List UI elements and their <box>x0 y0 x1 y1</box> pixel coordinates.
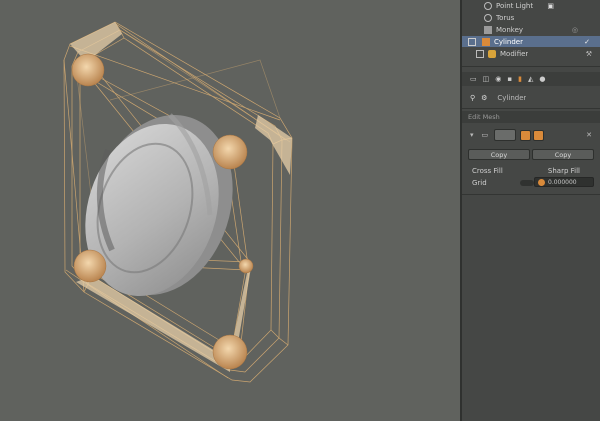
data-tab-icon[interactable]: ◭ <box>528 75 533 83</box>
mesh-icon <box>482 37 490 46</box>
keyframe-icon[interactable] <box>538 178 545 186</box>
value-field[interactable]: 0.000000 <box>534 177 594 187</box>
world-tab-icon[interactable]: ◉ <box>495 75 501 83</box>
close-icon[interactable]: ✕ <box>586 131 592 139</box>
outliner-item-label: Modifier <box>500 49 529 58</box>
copy-left-button[interactable]: Copy <box>468 149 530 160</box>
modifier-icon <box>488 49 496 58</box>
material-tab-icon[interactable]: ● <box>539 75 545 83</box>
mesh-select-icon[interactable]: ▭ <box>482 131 489 139</box>
outliner-item-label: Torus <box>496 13 515 22</box>
outliner-item-label: Point Light <box>496 1 534 10</box>
vertex-mode-button[interactable] <box>520 129 532 141</box>
app-window: Point Light ▣ Torus Monkey ◎ Cylinder ✓ … <box>0 0 600 421</box>
context-row: ⚲ ⚙ Cylinder <box>462 92 600 103</box>
panel-divider <box>462 194 600 195</box>
joint-top-right <box>212 134 248 170</box>
joint-bottom-left <box>73 249 107 283</box>
outliner-item-label: Monkey <box>496 25 524 34</box>
edit-mode-button[interactable] <box>494 129 517 141</box>
camera-icon[interactable]: ▣ <box>547 2 554 10</box>
expand-icon[interactable] <box>476 49 484 58</box>
pin-icon[interactable]: ⚲ <box>470 94 475 102</box>
edge-mode-button[interactable] <box>533 129 545 141</box>
modifier-tab-icon[interactable]: ▮ <box>518 75 522 83</box>
scene-tab-icon[interactable]: ◫ <box>483 75 490 83</box>
mesh-icon <box>484 25 492 34</box>
property-label: Sharp Fill <box>547 166 580 175</box>
context-label: Cylinder <box>497 93 527 102</box>
object-tab-icon[interactable]: ▪ <box>507 75 512 83</box>
torus-icon <box>484 13 492 22</box>
button-label: Copy <box>490 150 508 159</box>
section-title: Edit Mesh <box>468 113 500 121</box>
visibility-icon[interactable]: ◎ <box>572 26 578 34</box>
joint-top-left <box>71 53 105 87</box>
field-value: 0.000000 <box>548 178 577 186</box>
outliner-item-label: Cylinder <box>494 37 523 46</box>
property-label: Grid <box>472 178 487 187</box>
joint-center <box>238 258 254 274</box>
section-header[interactable]: Edit Mesh <box>462 111 600 123</box>
outliner-row-selected[interactable]: Cylinder ✓ <box>462 36 600 47</box>
copy-right-button[interactable]: Copy <box>532 149 594 160</box>
wrench-icon[interactable]: ⚒ <box>586 50 592 58</box>
slider-track[interactable] <box>520 179 534 186</box>
viewport-render <box>63 21 293 383</box>
outliner-row[interactable]: Monkey ◎ <box>462 24 600 35</box>
light-icon <box>484 1 492 10</box>
joint-bottom-right <box>212 334 248 370</box>
mode-button-row: ▾ ▭ ✕ <box>462 128 600 142</box>
panel-divider <box>462 108 600 109</box>
property-row: Cross Fill Sharp Fill <box>462 165 600 176</box>
outliner-row[interactable]: Point Light ▣ <box>462 0 600 11</box>
render-tab-icon[interactable]: ▭ <box>470 75 477 83</box>
property-label: Cross Fill <box>472 166 503 175</box>
checkmark-icon[interactable]: ✓ <box>584 38 590 46</box>
outliner-row[interactable]: Modifier ⚒ <box>462 48 600 59</box>
side-panel: Point Light ▣ Torus Monkey ◎ Cylinder ✓ … <box>460 0 600 421</box>
object-icon: ⚙ <box>481 93 488 102</box>
button-label: Copy <box>554 150 572 159</box>
panel-divider <box>462 66 600 67</box>
3d-viewport[interactable] <box>0 0 460 421</box>
outliner-row[interactable]: Torus <box>462 12 600 23</box>
expand-icon[interactable] <box>468 37 476 46</box>
properties-tabs: ▭ ◫ ◉ ▪ ▮ ◭ ● <box>462 72 600 86</box>
chevron-down-icon[interactable]: ▾ <box>470 131 474 139</box>
